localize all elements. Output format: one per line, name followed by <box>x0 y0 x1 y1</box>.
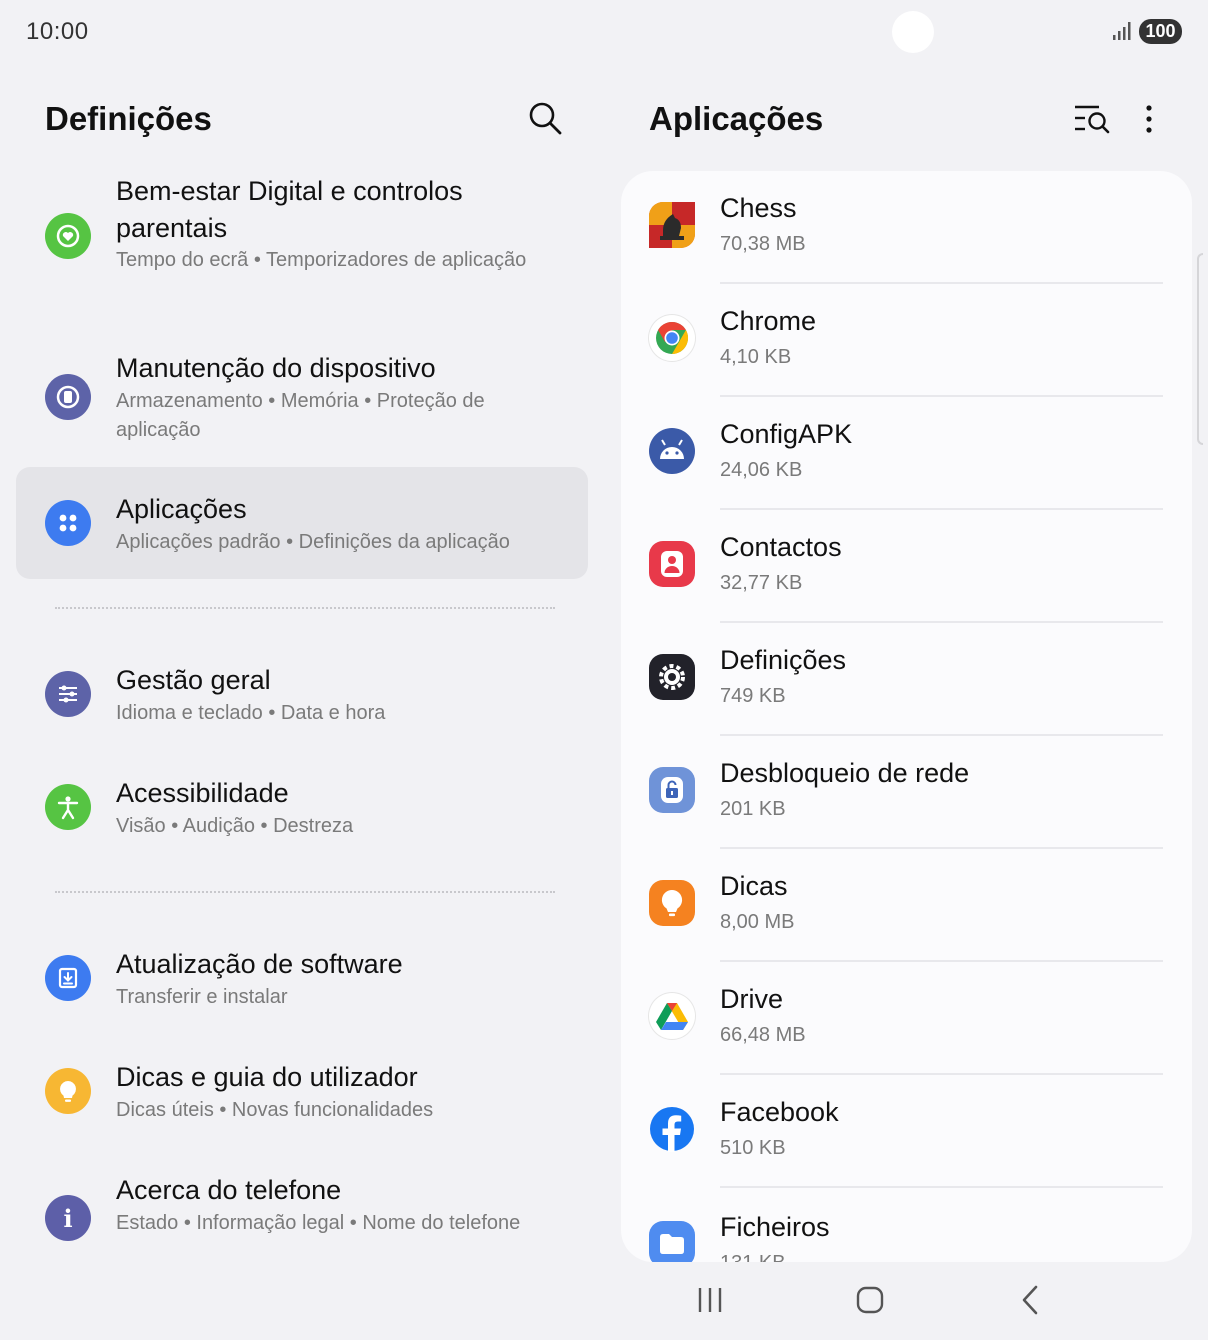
app-name: Facebook <box>720 1097 839 1127</box>
app-row-chess[interactable]: Chess 70,38 MB <box>621 171 1192 284</box>
app-row-facebook[interactable]: Facebook 510 KB <box>621 1075 1192 1188</box>
setting-title: Acerca do telefone <box>116 1175 342 1205</box>
app-size: 4,10 KB <box>720 346 792 368</box>
settings-item-apps[interactable]: Aplicações Aplicações padrão • Definiçõe… <box>16 467 588 579</box>
tips-app-icon <box>649 880 695 926</box>
camera-cutout <box>892 11 934 53</box>
app-name: Ficheiros <box>720 1212 830 1242</box>
app-name: Desbloqueio de rede <box>720 758 970 788</box>
setting-subtitle: Armazenamento • Memória • Proteção de ap… <box>116 390 485 441</box>
setting-title: Acessibilidade <box>116 778 289 808</box>
filter-search-icon[interactable] <box>1073 102 1111 136</box>
software-update-icon <box>45 955 91 1001</box>
settings-item-accessibility[interactable]: Acessibilidade Visão • Audição • Destrez… <box>16 773 588 853</box>
app-name: Chess <box>720 193 797 223</box>
app-row-chrome[interactable]: Chrome 4,10 KB <box>621 284 1192 397</box>
app-size: 201 KB <box>720 798 786 820</box>
network-unlock-app-icon <box>649 767 695 813</box>
facebook-app-icon <box>649 1106 695 1152</box>
setting-subtitle: Dicas úteis • Novas funcionalidades <box>116 1099 434 1121</box>
files-app-icon <box>649 1221 695 1262</box>
apps-icon <box>45 500 91 546</box>
configapk-app-icon <box>649 428 695 474</box>
about-phone-icon: i <box>45 1195 91 1241</box>
app-row-configapk[interactable]: ConfigAPK 24,06 KB <box>621 397 1192 510</box>
device-care-icon <box>45 374 91 420</box>
section-divider <box>55 891 555 893</box>
app-size: 66,48 MB <box>720 1024 806 1046</box>
app-name: Drive <box>720 984 784 1014</box>
settings-item-tips[interactable]: Dicas e guia do utilizador Dicas úteis •… <box>16 1057 588 1137</box>
scrollbar[interactable] <box>1197 253 1203 445</box>
settings-item-general-management[interactable]: Gestão geral Idioma e teclado • Data e h… <box>16 660 588 740</box>
setting-title: Dicas e guia do utilizador <box>116 1062 418 1092</box>
app-size: 8,00 MB <box>720 911 795 933</box>
setting-title: Bem-estar Digital e controlos parentais <box>116 176 463 243</box>
settings-item-about-phone[interactable]: i Acerca do telefone Estado • Informação… <box>16 1170 588 1270</box>
settings-item-digital-wellbeing[interactable]: Bem-estar Digital e controlos parentais … <box>16 170 588 320</box>
more-options-icon[interactable] <box>1140 104 1158 134</box>
app-size: 24,06 KB <box>720 459 803 481</box>
setting-subtitle: Transferir e instalar <box>116 986 288 1008</box>
chrome-app-icon <box>649 315 695 361</box>
settings-title: Definições <box>45 100 212 137</box>
drive-app-icon <box>649 993 695 1039</box>
section-divider <box>55 607 555 609</box>
settings-app-icon <box>649 654 695 700</box>
signal-icon <box>1113 22 1131 40</box>
setting-title: Aplicações <box>116 494 247 524</box>
app-name: Chrome <box>720 306 817 336</box>
app-row-tips[interactable]: Dicas 8,00 MB <box>621 849 1192 962</box>
setting-title: Manutenção do dispositivo <box>116 353 436 383</box>
general-management-icon <box>45 671 91 717</box>
accessibility-icon <box>45 784 91 830</box>
setting-subtitle: Aplicações padrão • Definições da aplica… <box>116 531 510 553</box>
setting-title: Gestão geral <box>116 665 271 695</box>
back-icon[interactable] <box>1018 1282 1042 1318</box>
app-name: Contactos <box>720 532 842 562</box>
settings-item-software-update[interactable]: Atualização de software Transferir e ins… <box>16 944 588 1024</box>
setting-subtitle: Idioma e teclado • Data e hora <box>116 702 386 724</box>
app-row-drive[interactable]: Drive 66,48 MB <box>621 962 1192 1075</box>
app-row-network-unlock[interactable]: Desbloqueio de rede 201 KB <box>621 736 1192 849</box>
app-name: ConfigAPK <box>720 419 853 449</box>
app-row-settings[interactable]: Definições 749 KB <box>621 623 1192 736</box>
settings-item-device-care[interactable]: Manutenção do dispositivo Armazenamento … <box>16 345 588 455</box>
home-icon[interactable] <box>856 1282 884 1318</box>
battery-indicator: 100 <box>1139 19 1182 44</box>
setting-subtitle: Tempo do ecrã • Temporizadores de aplica… <box>116 249 527 271</box>
recent-apps-icon[interactable] <box>696 1282 724 1318</box>
search-icon[interactable] <box>528 101 562 135</box>
setting-title: Atualização de software <box>116 949 403 979</box>
app-size: 510 KB <box>720 1137 786 1159</box>
app-row-files[interactable]: Ficheiros 131 KB <box>621 1188 1192 1262</box>
app-size: 131 KB <box>720 1252 786 1262</box>
app-size: 32,77 KB <box>720 572 803 594</box>
app-size: 749 KB <box>720 685 786 707</box>
digital-wellbeing-icon <box>45 213 91 259</box>
app-name: Definições <box>720 645 847 675</box>
clock: 10:00 <box>26 18 89 45</box>
contacts-app-icon <box>649 541 695 587</box>
setting-subtitle: Visão • Audição • Destreza <box>116 815 354 837</box>
tips-icon <box>45 1068 91 1114</box>
setting-subtitle: Estado • Informação legal • Nome do tele… <box>116 1212 521 1234</box>
app-size: 70,38 MB <box>720 233 806 255</box>
apps-list[interactable]: Chess 70,38 MB Chrome 4,10 KB ConfigAPK … <box>621 171 1192 1262</box>
app-row-contacts[interactable]: Contactos 32,77 KB <box>621 510 1192 623</box>
status-bar: 10:00 100 <box>0 0 1208 64</box>
app-name: Dicas <box>720 871 788 901</box>
apps-title: Aplicações <box>649 100 824 137</box>
chess-app-icon <box>649 202 695 248</box>
